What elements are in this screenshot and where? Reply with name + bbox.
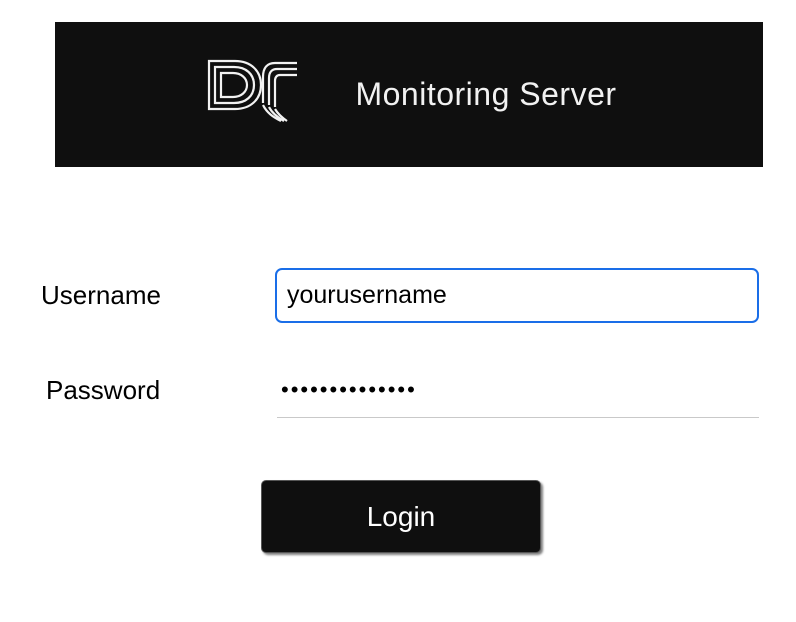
password-input[interactable] [277,363,759,418]
dc-logo-icon [201,55,321,134]
username-input[interactable] [275,268,759,323]
username-label: Username [41,280,275,311]
app-header: Monitoring Server [55,22,763,167]
password-row: Password [46,363,759,418]
app-title: Monitoring Server [355,76,616,113]
login-button[interactable]: Login [261,480,541,553]
password-label: Password [46,375,277,406]
logo-container: Monitoring Server [201,55,616,134]
username-row: Username [41,268,759,323]
